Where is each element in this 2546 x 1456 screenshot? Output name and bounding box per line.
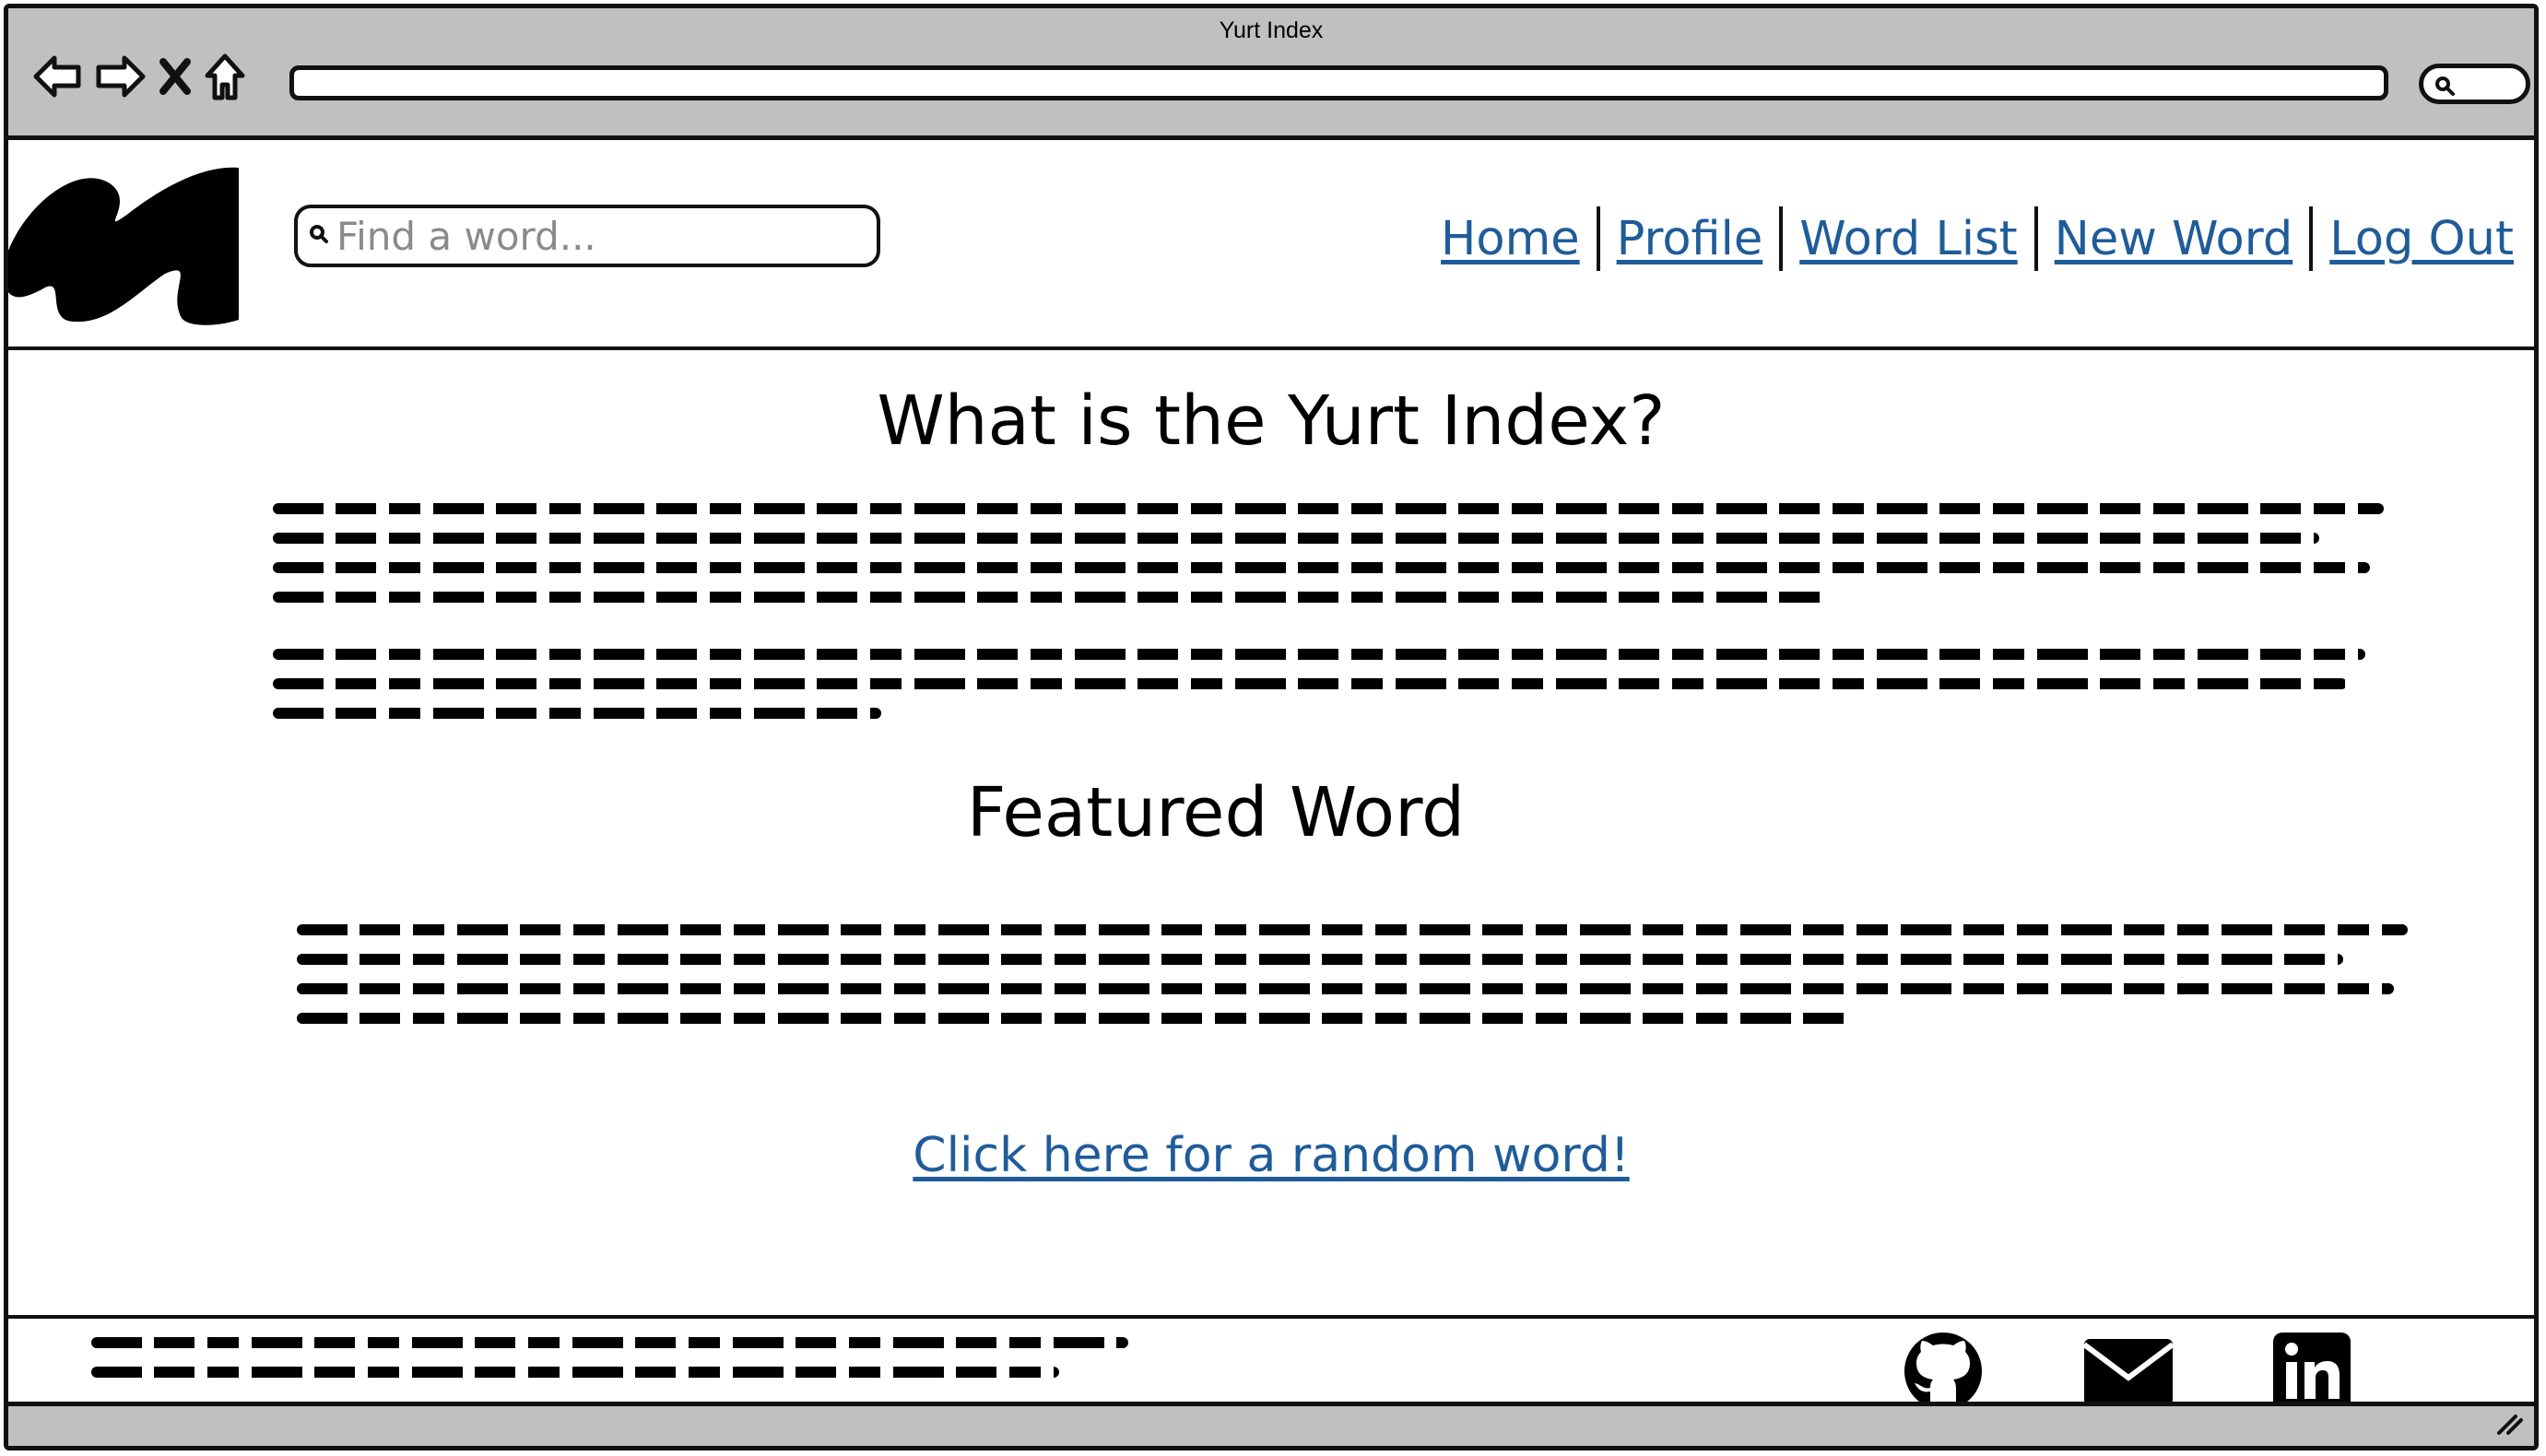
random-word-link[interactable]: Click here for a random word! [913,1128,1629,1183]
browser-nav-controls [32,47,246,106]
search-icon [298,224,336,248]
about-heading: What is the Yurt Index? [877,382,1666,461]
main-nav: Home Profile Word List New Word Log Out [1441,206,2514,271]
resize-grip-icon[interactable] [2495,1413,2523,1440]
nav-link-profile[interactable]: Profile [1617,212,1763,266]
nav-divider [1779,206,1784,271]
back-arrow-icon[interactable] [32,53,82,100]
window-title: Yurt Index [1219,18,1324,43]
site-footer [8,1315,2534,1413]
nav-link-home[interactable]: Home [1441,212,1580,266]
nav-link-log-out[interactable]: Log Out [2329,212,2514,266]
nav-divider [1596,206,1600,271]
browser-chrome: Yurt Index [8,8,2534,140]
nav-divider [2309,206,2314,271]
home-icon[interactable] [204,52,246,101]
forward-arrow-icon[interactable] [93,53,147,100]
url-bar[interactable] [289,65,2388,100]
browser-status-bar [8,1402,2534,1446]
logo[interactable] [8,163,239,333]
random-word-link-container: Click here for a random word! [8,1128,2534,1183]
nav-link-new-word[interactable]: New Word [2055,212,2293,266]
nav-divider [2033,206,2038,271]
browser-search-box[interactable] [2419,64,2530,104]
browser-window: Yurt Index Find a word... Home Profile W… [4,4,2539,1450]
search-input[interactable] [336,213,853,259]
site-header: Home Profile Word List New Word Log Out [8,140,2534,350]
featured-word-heading: Featured Word [966,773,1466,852]
nav-link-word-list[interactable]: Word List [1799,212,2017,266]
email-icon[interactable] [2082,1333,2175,1411]
stop-x-icon[interactable] [158,56,193,97]
word-search-field[interactable] [294,205,880,267]
